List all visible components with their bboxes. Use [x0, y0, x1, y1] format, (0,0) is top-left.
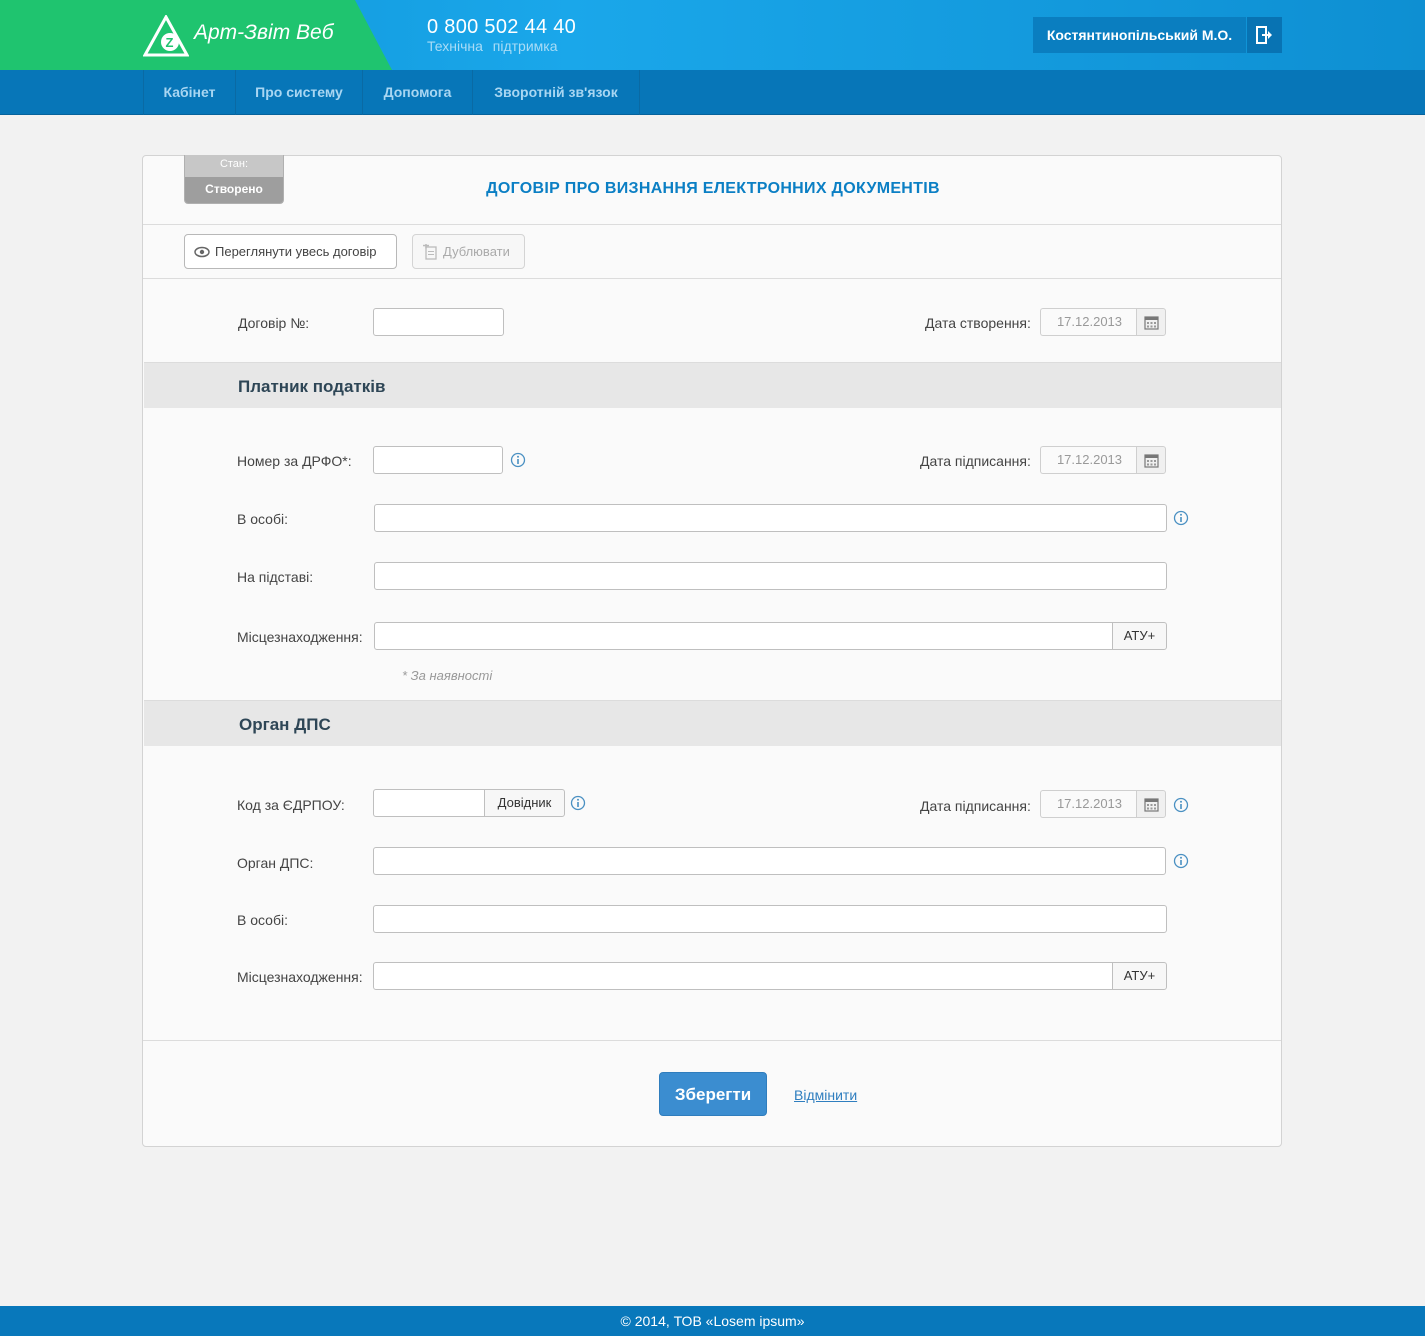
divider: [143, 278, 1281, 279]
tax-office-location-label: Місцезнаходження:: [237, 969, 363, 985]
nav-item-cabinet[interactable]: Кабінет: [143, 70, 235, 115]
logo-icon[interactable]: Z: [143, 15, 189, 57]
logout-icon: [1256, 26, 1272, 44]
tax-office-atu-button[interactable]: АТУ+: [1112, 962, 1167, 990]
view-contract-button[interactable]: Переглянути увесь договір: [184, 234, 397, 269]
info-icon[interactable]: [1173, 853, 1189, 869]
svg-text:Z: Z: [166, 35, 174, 50]
tax-office-location-input[interactable]: [373, 962, 1113, 990]
tax-office-person-input[interactable]: [373, 905, 1167, 933]
info-icon[interactable]: [1173, 797, 1189, 813]
taxpayer-signed-date-input[interactable]: 17.12.2013: [1040, 446, 1138, 474]
nav-item-help[interactable]: Допомога: [362, 70, 472, 115]
save-button[interactable]: Зберегти: [659, 1072, 767, 1116]
nav-item-feedback[interactable]: Зворотній зв'язок: [472, 70, 640, 115]
logout-button[interactable]: [1247, 17, 1282, 53]
taxpayer-person-input[interactable]: [374, 504, 1167, 532]
created-date-calendar-button[interactable]: [1136, 308, 1166, 336]
view-contract-label: Переглянути увесь договір: [215, 244, 377, 259]
taxpayer-location-input[interactable]: [374, 622, 1113, 650]
taxpayer-signed-date-picker[interactable]: 17.12.2013: [1040, 446, 1166, 474]
eye-icon: [194, 246, 210, 258]
contract-number-input[interactable]: [373, 308, 504, 336]
taxpayer-basis-input[interactable]: [374, 562, 1167, 590]
created-date-label: Дата створення:: [925, 315, 1031, 331]
info-icon[interactable]: [1173, 510, 1189, 526]
taxpayer-section-header: Платник податків: [144, 362, 1281, 408]
support-phone: 0 800 502 44 40: [427, 16, 577, 38]
duplicate-icon: [423, 244, 437, 260]
copyright-text: © 2014, ТОВ «Losem ipsum»: [620, 1313, 805, 1329]
info-icon[interactable]: [510, 452, 526, 468]
tax-office-input[interactable]: [373, 847, 1166, 875]
directory-button[interactable]: Довідник: [484, 789, 565, 817]
taxpayer-signed-date-label: Дата підписання:: [920, 453, 1031, 469]
drfo-input[interactable]: [373, 446, 503, 474]
taxpayer-signed-date-calendar-button[interactable]: [1136, 446, 1166, 474]
taxpayer-location-label: Місцезнаходження:: [237, 629, 363, 645]
edrpou-label: Код за ЄДРПОУ:: [237, 797, 345, 813]
status-label: Стан:: [219, 158, 249, 170]
tax-office-section-header: Орган ДПС: [144, 700, 1281, 746]
cancel-link[interactable]: Відмінити: [794, 1087, 857, 1103]
main-nav: Кабінет Про систему Допомога Зворотній з…: [0, 70, 1425, 115]
divider: [143, 1040, 1281, 1041]
tax-office-label: Орган ДПС:: [237, 855, 314, 871]
created-date-input[interactable]: 17.12.2013: [1040, 308, 1138, 336]
divider: [143, 224, 1281, 225]
created-date-picker[interactable]: 17.12.2013: [1040, 308, 1166, 336]
header: Z Арт-Звіт Веб 0 800 502 44 40 Технічна …: [0, 0, 1425, 70]
taxpayer-section-title: Платник податків: [238, 377, 386, 396]
nav-item-about[interactable]: Про систему: [235, 70, 362, 115]
tax-office-signed-date-calendar-button[interactable]: [1136, 790, 1166, 818]
info-icon[interactable]: [570, 795, 586, 811]
taxpayer-basis-label: На підставі:: [237, 569, 314, 585]
footer: © 2014, ТОВ «Losem ipsum»: [0, 1306, 1425, 1336]
contract-form: Стан: Створено ДОГОВІР ПРО ВИЗНАННЯ ЕЛЕК…: [142, 155, 1282, 1147]
tax-office-signed-date-input[interactable]: 17.12.2013: [1040, 790, 1138, 818]
edrpou-input[interactable]: [373, 789, 485, 817]
calendar-icon: [1144, 316, 1159, 330]
optional-note: * За наявності: [402, 668, 493, 683]
drfo-label: Номер за ДРФО*:: [237, 453, 352, 469]
page-title: ДОГОВІР ПРО ВИЗНАННЯ ЕЛЕКТРОННИХ ДОКУМЕН…: [486, 180, 940, 197]
contract-number-label: Договір №:: [238, 315, 310, 331]
tax-office-signed-date-label: Дата підписання:: [920, 798, 1031, 814]
brand-name[interactable]: Арт-Звіт Веб: [194, 21, 334, 45]
user-name-button[interactable]: Костянтинопільський М.О.: [1033, 17, 1246, 53]
tax-office-person-label: В особі:: [237, 912, 288, 928]
duplicate-label: Дублювати: [443, 244, 510, 259]
taxpayer-atu-button[interactable]: АТУ+: [1112, 622, 1167, 650]
calendar-icon: [1144, 798, 1159, 812]
taxpayer-person-label: В особі:: [237, 511, 288, 527]
duplicate-button[interactable]: Дублювати: [412, 234, 525, 269]
tax-office-section-title: Орган ДПС: [239, 715, 331, 734]
support-caption: Технічна підтримка: [427, 38, 558, 54]
tax-office-signed-date-picker[interactable]: 17.12.2013: [1040, 790, 1166, 818]
calendar-icon: [1144, 454, 1159, 468]
